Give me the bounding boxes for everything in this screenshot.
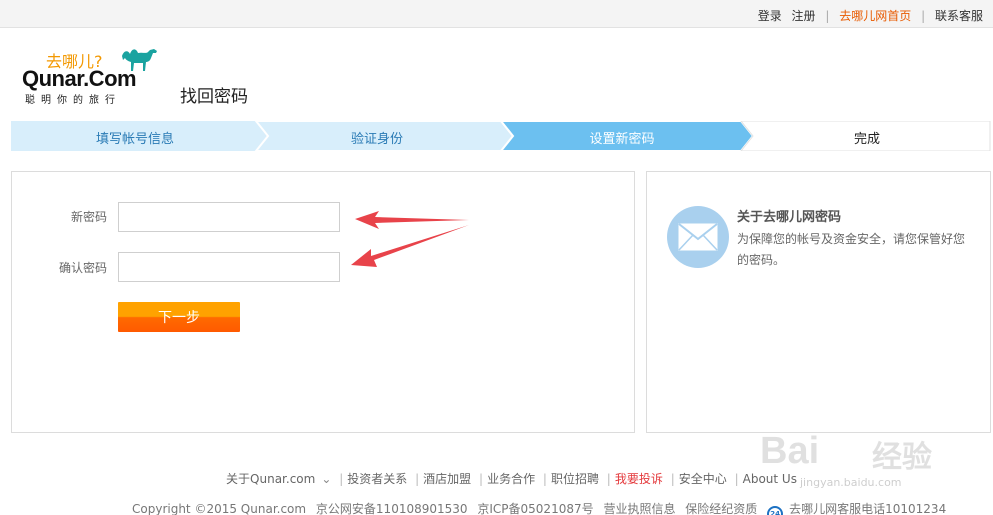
step-indicator: 填写帐号信息 验证身份 设置新密码 完成 bbox=[11, 121, 991, 151]
top-bar: 登录 注册 | 去哪儿网首页 | 联系客服 bbox=[0, 0, 993, 28]
footer-copyright: Copyright ©2015 Qunar.com 京公网安备110108901… bbox=[132, 500, 952, 515]
camel-icon bbox=[122, 49, 157, 71]
envelope-graphic bbox=[678, 223, 718, 251]
watermark-logo-text: Bai bbox=[760, 430, 820, 472]
nav-separator: | bbox=[921, 9, 926, 23]
footer-link-jobs[interactable]: 职位招聘 bbox=[551, 472, 599, 486]
beian-text[interactable]: 京公网安备110108901530 bbox=[316, 502, 468, 515]
24h-service-icon: 24 bbox=[767, 506, 784, 515]
logo-slogan: 聪明你的旅行 bbox=[25, 95, 121, 106]
info-title: 关于去哪儿网密码 bbox=[737, 210, 842, 225]
new-password-input[interactable] bbox=[118, 202, 340, 232]
next-step-button[interactable]: 下一步 bbox=[118, 302, 240, 332]
page-title: 找回密码 bbox=[180, 87, 248, 107]
step-2-label: 验证身份 bbox=[350, 132, 403, 147]
chevron-down-icon[interactable]: ⌄ bbox=[321, 472, 331, 486]
footer-links: 关于Qunar.com ⌄ | 投资者关系 | 酒店加盟 | 业务合作 | 职位招聘 | 我… bbox=[226, 472, 797, 486]
license-text[interactable]: 营业执照信息 bbox=[603, 502, 675, 515]
icp-text[interactable]: 京ICP备05021087号 bbox=[477, 502, 593, 515]
footer-link-about-qunar[interactable]: 关于Qunar.com bbox=[226, 472, 315, 486]
confirm-password-label: 确认密码 bbox=[58, 261, 107, 275]
home-link[interactable]: 去哪儿网首页 bbox=[839, 9, 911, 23]
top-nav: 登录 注册 | 去哪儿网首页 | 联系客服 bbox=[758, 7, 983, 24]
nav-separator: | bbox=[825, 9, 830, 23]
step-3-label: 设置新密码 bbox=[589, 132, 655, 147]
annotation-arrow-1 bbox=[355, 211, 469, 229]
copyright-text: Copyright ©2015 Qunar.com bbox=[132, 502, 307, 515]
footer-link-about-us[interactable]: About Us bbox=[743, 472, 797, 486]
footer-link-business[interactable]: 业务合作 bbox=[487, 472, 535, 486]
info-text: 为保障您的帐号及资金安全，请您保管好您的密码。 bbox=[737, 232, 966, 267]
new-password-label: 新密码 bbox=[70, 210, 107, 224]
footer-link-hotel-join[interactable]: 酒店加盟 bbox=[423, 472, 471, 486]
support-link[interactable]: 联系客服 bbox=[935, 9, 983, 23]
step-1-label: 填写帐号信息 bbox=[95, 132, 174, 147]
annotation-arrow-2 bbox=[351, 225, 469, 267]
hotline-text: 去哪儿网客服电话10101234 bbox=[789, 502, 947, 515]
register-link[interactable]: 注册 bbox=[792, 9, 816, 23]
logo-en-text: Qunar.Com bbox=[22, 66, 137, 91]
annotation-arrows bbox=[351, 211, 469, 267]
confirm-password-input[interactable] bbox=[118, 252, 340, 282]
insurance-text[interactable]: 保险经纪资质 bbox=[685, 502, 757, 515]
login-link[interactable]: 登录 bbox=[758, 9, 782, 23]
footer-link-complaint[interactable]: 我要投诉 bbox=[615, 472, 663, 486]
qunar-logo[interactable]: 去哪儿? Qunar.Com 聪明你的旅行 bbox=[22, 46, 162, 106]
footer-link-investors[interactable]: 投资者关系 bbox=[347, 472, 407, 486]
mail-icon bbox=[667, 206, 729, 268]
step-4-label: 完成 bbox=[853, 132, 880, 147]
footer-link-security[interactable]: 安全中心 bbox=[679, 472, 727, 486]
